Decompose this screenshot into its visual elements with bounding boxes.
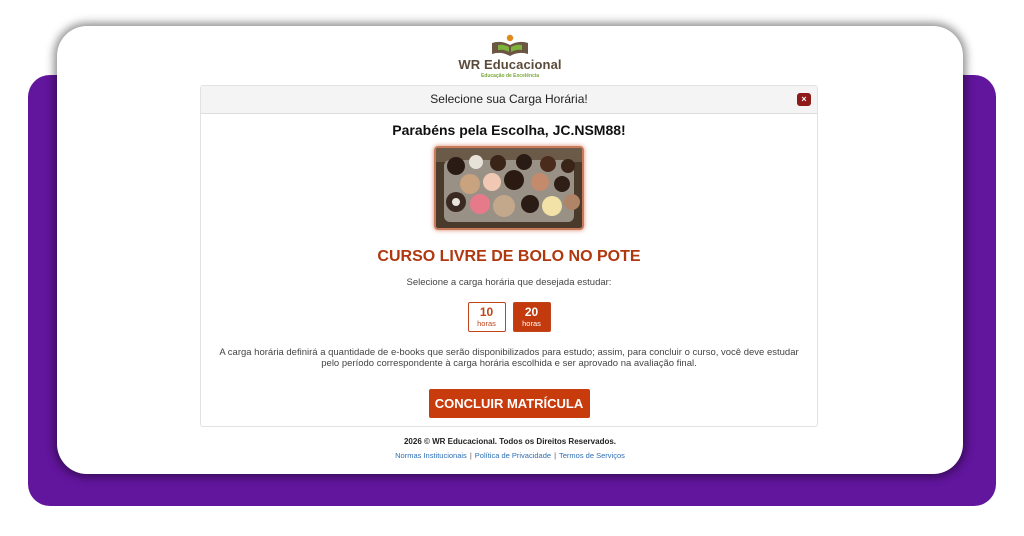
copyright-text: 2026 © WR Educacional. Todos os Direitos… <box>403 437 617 446</box>
brand-tagline: Educação de Excelência <box>480 73 540 79</box>
close-button[interactable]: × <box>797 93 811 106</box>
greeting-text: Parabéns pela Escolha, JC.NSM88! <box>392 122 626 138</box>
description-text: A carga horária definirá a quantidade de… <box>219 347 799 369</box>
link-termos-servicos[interactable]: Termos de Serviços <box>559 451 625 460</box>
course-image <box>434 146 584 230</box>
footer: 2026 © WR Educacional. Todos os Direitos… <box>57 437 963 460</box>
hours-option-unit: horas <box>477 319 496 328</box>
dialog-title: Selecione sua Carga Horária! <box>430 92 588 106</box>
dialog-header: Selecione sua Carga Horária! × <box>201 86 817 114</box>
link-separator: | <box>554 451 557 460</box>
hours-option-number: 20 <box>524 305 539 319</box>
link-politica-privacidade[interactable]: Política de Privacidade <box>475 451 551 460</box>
hours-options: 10 horas 20 horas <box>201 302 817 332</box>
hours-option-unit: horas <box>522 319 541 328</box>
concluir-matricula-button[interactable]: CONCLUIR MATRÍCULA <box>428 389 590 418</box>
main-card: WR Educacional Educação de Excelência Se… <box>57 26 963 474</box>
book-tree-logo-icon <box>492 34 528 56</box>
hours-option-number: 10 <box>479 305 494 319</box>
hours-option-20[interactable]: 20 horas <box>512 302 551 332</box>
footer-links: Normas Institucionais | Política de Privac… <box>57 451 963 460</box>
select-hours-label: Selecione a carga horária que desejada e… <box>406 277 612 288</box>
course-title: CURSO LIVRE DE BOLO NO POTE <box>377 248 641 265</box>
link-normas-institucionais[interactable]: Normas Institucionais <box>395 451 467 460</box>
bolo-no-pote-photo <box>436 148 582 228</box>
logo: WR Educacional Educação de Excelência <box>57 34 963 79</box>
link-separator: | <box>469 451 472 460</box>
carga-horaria-dialog: Selecione sua Carga Horária! × Parabéns … <box>200 85 818 427</box>
brand-name: WR Educacional <box>458 57 562 72</box>
hours-option-10[interactable]: 10 horas <box>467 302 506 332</box>
